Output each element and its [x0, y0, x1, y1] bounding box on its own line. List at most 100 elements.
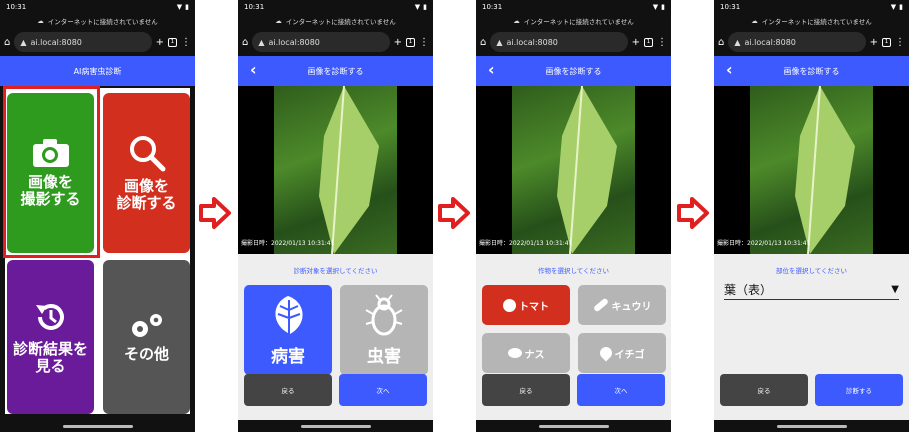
home-icon[interactable]: ⌂ [480, 37, 486, 48]
selection-prompt: 部位を選択してください [775, 267, 848, 275]
back-button[interactable]: 戻る [720, 374, 808, 406]
crop-label: イチゴ [614, 349, 645, 361]
back-arrow-icon[interactable]: ‹ [488, 62, 495, 78]
wifi-icon: ▼ [652, 3, 659, 11]
tomato-icon [503, 298, 516, 312]
back-button[interactable]: 戻る [244, 374, 332, 406]
offline-notice: ☁ インターネットに接続されていません [751, 17, 872, 26]
gears-icon [131, 313, 162, 337]
leaf-image [557, 86, 617, 254]
crop-eggplant-button[interactable]: ナス [482, 333, 570, 373]
part-select[interactable]: 葉（表） ▼ [724, 280, 899, 300]
menu-icon[interactable]: ⋮ [419, 37, 429, 48]
dropdown-arrow-icon: ▼ [891, 284, 899, 295]
bug-icon [365, 293, 403, 335]
menu-icon[interactable]: ⋮ [895, 37, 905, 48]
wifi-icon: ▼ [176, 3, 183, 11]
home-icon[interactable]: ⌂ [242, 37, 248, 48]
status-time: 10:31 [244, 3, 265, 11]
leaf-photo [750, 86, 873, 254]
home-icon[interactable]: ⌂ [4, 37, 10, 48]
new-tab-icon[interactable]: + [394, 37, 402, 48]
url-bar[interactable]: ▲ ai.local:8080 [14, 32, 152, 52]
cucumber-icon [592, 297, 609, 313]
tab-count-button[interactable]: 1 [644, 37, 653, 47]
url-bar[interactable]: ▲ ai.local:8080 [490, 32, 628, 52]
app-title-bar: ‹ 画像を診断する [476, 56, 671, 86]
home-icon[interactable]: ⌂ [718, 37, 724, 48]
gesture-bar [538, 425, 609, 428]
back-button[interactable]: 戻る [482, 374, 570, 406]
cloud-off-icon: ☁ [751, 17, 758, 25]
pest-option-button[interactable]: 虫害 [340, 285, 428, 375]
status-time: 10:31 [6, 3, 27, 11]
back-arrow-icon[interactable]: ‹ [250, 62, 257, 78]
crop-label: ナス [524, 349, 545, 361]
url-bar[interactable]: ▲ ai.local:8080 [252, 32, 390, 52]
warning-icon[interactable]: ▲ [734, 38, 740, 47]
phone-screen-crop: 10:31 ▼ ▮ ☁ インターネットに接続されていません ⌂ ▲ ai.local:… [476, 0, 671, 432]
strawberry-icon [597, 344, 614, 362]
tab-count-button[interactable]: 1 [882, 37, 891, 47]
flow-arrow-icon [199, 197, 231, 229]
page-title: 画像を診断する [307, 66, 364, 76]
new-tab-icon[interactable]: + [870, 37, 878, 48]
crop-strawberry-button[interactable]: イチゴ [578, 333, 666, 373]
battery-icon: ▮ [423, 3, 427, 11]
status-bar: 10:31 ▼ ▮ [238, 0, 433, 14]
cloud-off-icon: ☁ [275, 17, 282, 25]
leaf-image [795, 86, 855, 254]
other-button[interactable]: その他 [103, 260, 190, 414]
tab-count-button[interactable]: 1 [406, 37, 415, 47]
next-button[interactable]: 次へ [339, 374, 427, 406]
diagnose-image-button[interactable]: 画像を 診断する [103, 93, 190, 253]
selection-panel: 診断対象を選択してください 病害 虫害 戻る 次へ [238, 254, 433, 420]
selection-panel: 作物を選択してください トマト キュウリ ナス イチゴ 戻る 次へ [476, 254, 671, 420]
app-title-bar: AI病害虫診断 [0, 56, 195, 86]
url-bar[interactable]: ▲ ai.local:8080 [728, 32, 866, 52]
leaf-photo [274, 86, 397, 254]
page-title: AI病害虫診断 [73, 66, 122, 76]
selection-highlight [3, 86, 100, 258]
warning-icon[interactable]: ▲ [496, 38, 502, 47]
next-button[interactable]: 次へ [577, 374, 665, 406]
wifi-icon: ▼ [890, 3, 897, 11]
part-select-value: 葉（表） [724, 283, 773, 297]
offline-notice: ☁ インターネットに接続されていません [275, 17, 396, 26]
browser-toolbar: ⌂ ▲ ai.local:8080 + 1 ⋮ [0, 28, 195, 56]
flow-arrow-icon [438, 197, 470, 229]
gesture-bar [776, 425, 847, 428]
crop-cucumber-button[interactable]: キュウリ [578, 285, 666, 325]
menu-icon[interactable]: ⋮ [181, 37, 191, 48]
offline-notice: ☁ インターネットに接続されていません [37, 17, 158, 26]
photo-preview: 撮影日時：2022/01/13 10:31:41 [238, 86, 433, 254]
crop-label: キュウリ [611, 301, 652, 313]
warning-icon[interactable]: ▲ [258, 38, 264, 47]
status-time: 10:31 [482, 3, 503, 11]
offline-notice: ☁ インターネットに接続されていません [513, 17, 634, 26]
disease-option-button[interactable]: 病害 [244, 285, 332, 375]
home-tile-grid: 画像を 撮影する 画像を 診断する 診断結果を 見る その他 [3, 86, 190, 414]
crop-tomato-button[interactable]: トマト [482, 285, 570, 325]
option-label: 虫害 [367, 346, 401, 367]
photo-timestamp: 撮影日時：2022/01/13 10:31:41 [717, 240, 811, 247]
cloud-off-icon: ☁ [513, 17, 520, 25]
tab-count-button[interactable]: 1 [168, 37, 177, 47]
new-tab-icon[interactable]: + [632, 37, 640, 48]
battery-icon: ▮ [661, 3, 665, 11]
photo-preview: 撮影日時：2022/01/13 10:31:41 [476, 86, 671, 254]
diagnose-button[interactable]: 診断する [815, 374, 903, 406]
status-bar: 10:31 ▼ ▮ [0, 0, 195, 14]
new-tab-icon[interactable]: + [156, 37, 164, 48]
tile-label: 診断結果を 見る [12, 340, 88, 375]
tile-label: その他 [123, 344, 169, 363]
cloud-off-icon: ☁ [37, 17, 44, 25]
phone-screen-home: 10:31 ▼ ▮ ☁ インターネットに接続されていません ⌂ ▲ ai.local:… [0, 0, 195, 432]
back-arrow-icon[interactable]: ‹ [726, 62, 733, 78]
app-title-bar: ‹ 画像を診断する [238, 56, 433, 86]
menu-icon[interactable]: ⋮ [657, 37, 667, 48]
view-results-button[interactable]: 診断結果を 見る [7, 260, 94, 414]
status-bar: 10:31 ▼ ▮ [476, 0, 671, 14]
warning-icon[interactable]: ▲ [20, 38, 26, 47]
photo-timestamp: 撮影日時：2022/01/13 10:31:41 [479, 240, 573, 247]
